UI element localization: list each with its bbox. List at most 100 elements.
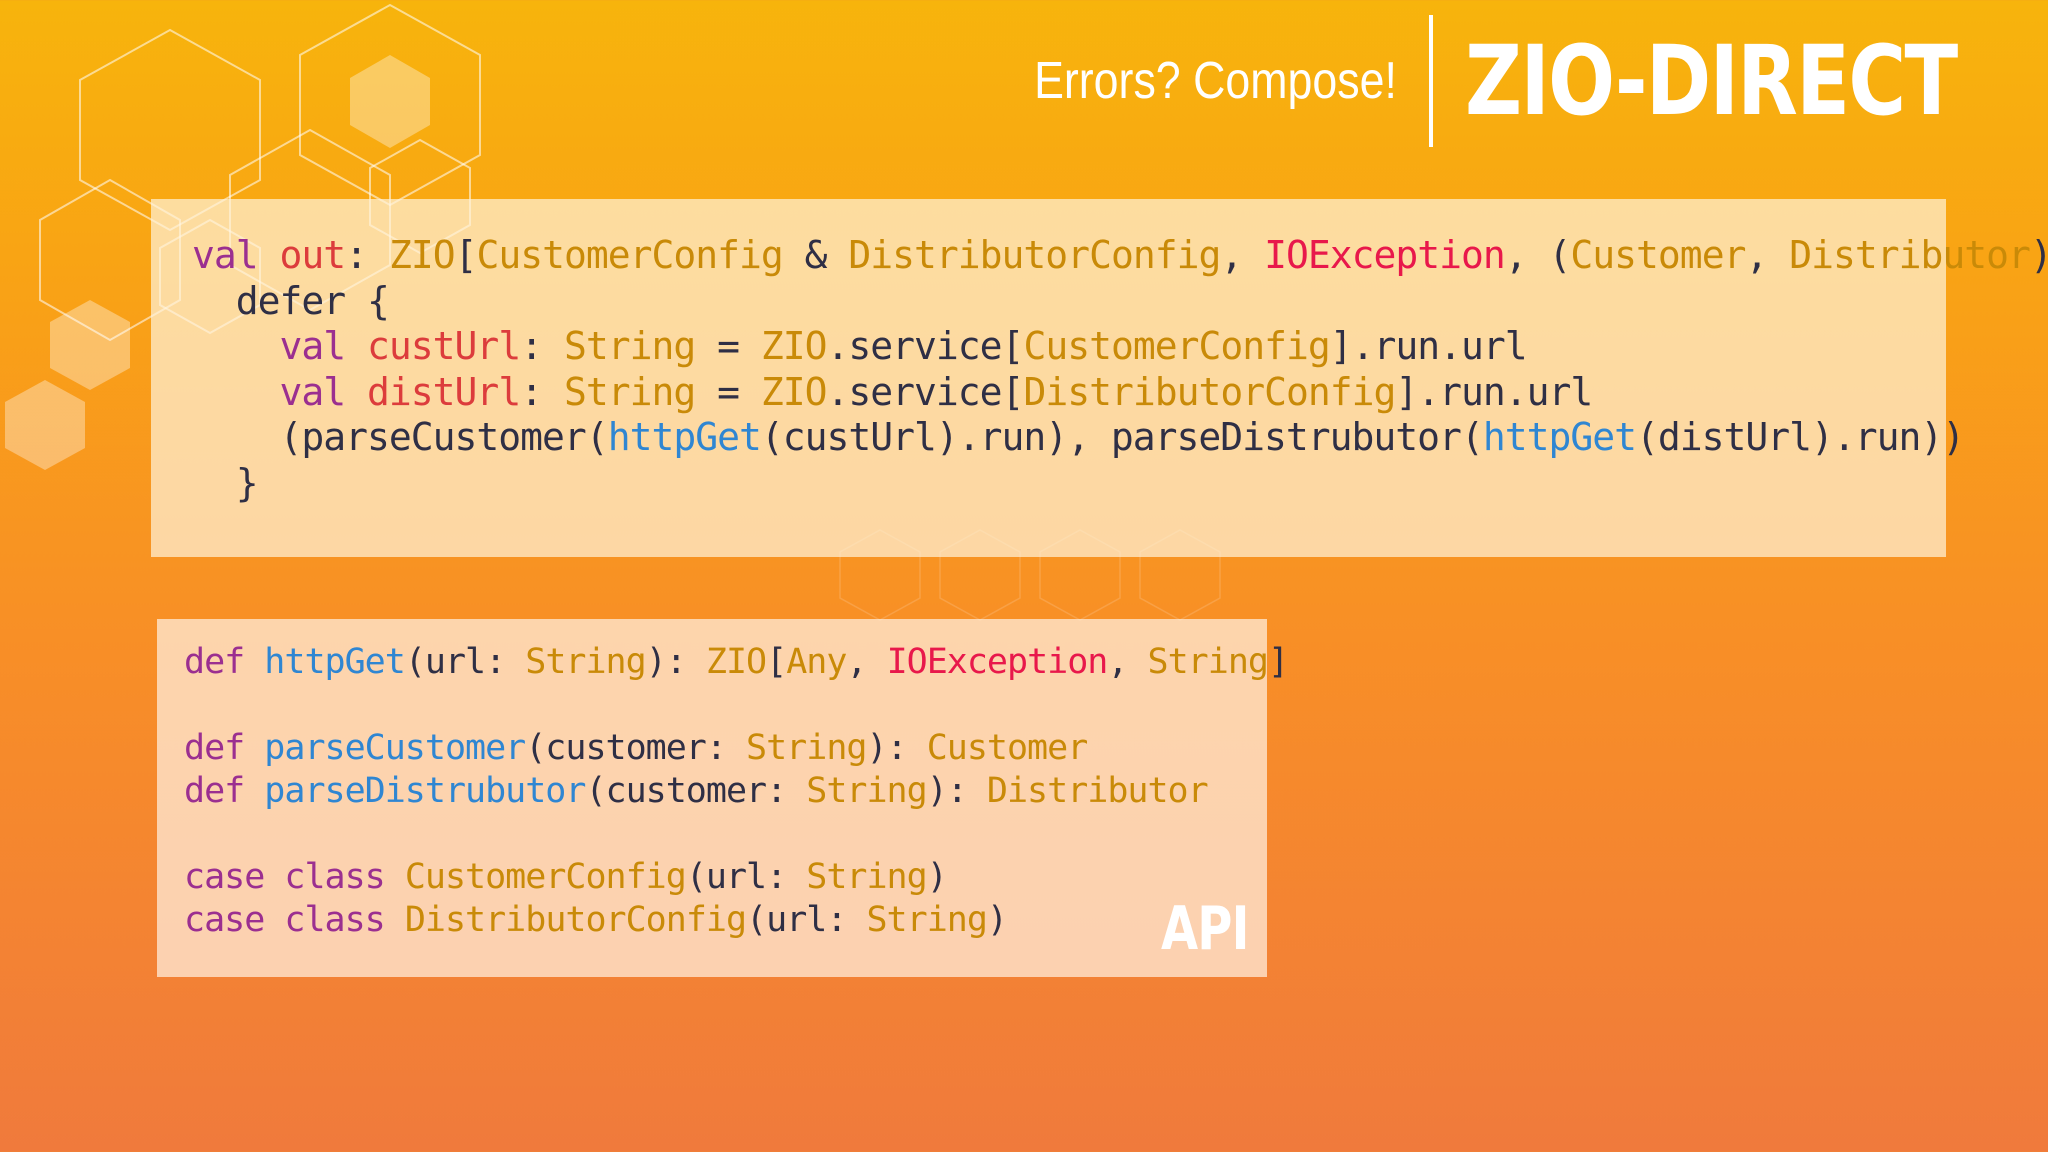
code-token: DistributorConfig xyxy=(1023,369,1396,414)
code-line: val out: ZIO[CustomerConfig & Distributo… xyxy=(192,233,2048,279)
code-line xyxy=(184,684,1288,727)
main-code-block: val out: ZIO[CustomerConfig & Distributo… xyxy=(192,233,2048,506)
code-token: def xyxy=(184,728,245,768)
code-token: , xyxy=(1220,233,1265,277)
code-token: Customer xyxy=(1570,233,1746,277)
header-divider xyxy=(1428,15,1433,147)
code-line xyxy=(184,813,1288,856)
code-token: : xyxy=(520,369,564,414)
code-token: , xyxy=(1745,233,1790,277)
code-token: IOException xyxy=(1264,233,1506,277)
code-token: ].run.url xyxy=(1395,369,1593,414)
code-line: } xyxy=(192,461,2048,507)
code-token: )] = xyxy=(2030,233,2048,277)
code-token: CustomerConfig xyxy=(404,857,687,897)
code-token: [ xyxy=(766,642,787,682)
code-token: Any xyxy=(786,642,847,682)
code-token: val xyxy=(279,369,347,414)
code-token: String xyxy=(806,771,927,811)
code-token: } xyxy=(192,460,259,505)
code-token: (url: xyxy=(685,857,807,897)
code-token: , xyxy=(846,642,887,682)
code-token: String xyxy=(866,900,987,940)
code-token: ) xyxy=(986,900,1008,940)
code-token: , ( xyxy=(1504,233,1572,277)
code-token: .service[ xyxy=(826,369,1025,414)
api-code-block: def httpGet(url: String): ZIO[Any, IOExc… xyxy=(184,641,1289,942)
code-line: case class CustomerConfig(url: String) xyxy=(184,856,1288,899)
code-token: String xyxy=(563,324,696,368)
code-line: defer { xyxy=(192,279,2048,325)
code-token: distUrl xyxy=(367,369,521,414)
code-token: ] xyxy=(1267,642,1289,682)
code-token: val xyxy=(192,233,259,277)
code-token: ZIO xyxy=(705,642,767,682)
code-token: = xyxy=(695,324,761,368)
code-line: val custUrl: String = ZIO.service[Custom… xyxy=(192,324,2048,370)
slide-header: Errors? Compose! ZIO-DIRECT xyxy=(975,14,2012,148)
code-token: (custUrl).run), parseDistrubutor( xyxy=(760,415,1484,459)
code-token: def xyxy=(184,771,245,811)
code-token: case xyxy=(184,900,265,940)
code-token: val xyxy=(279,324,347,368)
code-line: def parseCustomer(customer: String): Cus… xyxy=(184,727,1288,770)
code-line: case class DistributorConfig(url: String… xyxy=(184,899,1288,942)
code-token: custUrl xyxy=(367,324,521,368)
code-token: String xyxy=(563,369,696,414)
code-token: ].run.url xyxy=(1329,324,1528,368)
code-token: class xyxy=(284,900,385,940)
code-token: Distributor xyxy=(986,771,1209,811)
code-token: Customer xyxy=(926,728,1089,768)
slide-subtitle: Errors? Compose! xyxy=(1033,52,1397,110)
code-token: String xyxy=(525,642,646,682)
code-token: String xyxy=(1147,642,1269,682)
code-token: [ xyxy=(454,233,478,277)
code-token: (customer: xyxy=(525,728,747,768)
code-token: (customer: xyxy=(585,771,807,811)
code-line: (parseCustomer(httpGet(custUrl).run), pa… xyxy=(192,415,2048,461)
code-token: def xyxy=(184,642,245,682)
code-token: Distributor xyxy=(1789,233,2031,277)
code-token: (parseCustomer( xyxy=(192,415,609,459)
code-token: & xyxy=(782,233,849,277)
code-token: httpGet xyxy=(264,642,406,682)
code-token: ZIO xyxy=(760,324,828,368)
code-token: (distUrl).run)) xyxy=(1635,415,1965,459)
code-token: CustomerConfig xyxy=(1023,324,1330,368)
code-token: ZIO xyxy=(388,233,456,277)
code-token: ): xyxy=(926,771,987,811)
code-line: def parseDistrubutor(customer: String): … xyxy=(184,770,1288,813)
code-token: : xyxy=(345,233,389,277)
code-token: .service[ xyxy=(826,324,1025,368)
code-token: DistributorConfig xyxy=(404,900,747,940)
code-token: parseCustomer xyxy=(264,728,526,768)
code-token: case xyxy=(184,857,265,897)
code-token: , xyxy=(1107,642,1148,682)
main-code-panel: val out: ZIO[CustomerConfig & Distributo… xyxy=(151,199,2048,557)
code-token: ) xyxy=(926,857,948,897)
code-token: ): xyxy=(866,728,927,768)
code-token: String xyxy=(746,728,867,768)
code-token: = xyxy=(695,369,761,414)
code-line: def httpGet(url: String): ZIO[Any, IOExc… xyxy=(184,641,1289,684)
code-token: httpGet xyxy=(607,415,762,459)
code-token: ): xyxy=(645,642,706,682)
code-token: : xyxy=(520,324,564,368)
code-token: defer { xyxy=(192,278,390,323)
api-code-panel: def httpGet(url: String): ZIO[Any, IOExc… xyxy=(157,619,1289,977)
code-token: class xyxy=(284,857,385,897)
code-token: (url: xyxy=(746,900,867,940)
api-badge: API xyxy=(1161,894,1250,964)
code-token: ZIO xyxy=(760,369,828,414)
